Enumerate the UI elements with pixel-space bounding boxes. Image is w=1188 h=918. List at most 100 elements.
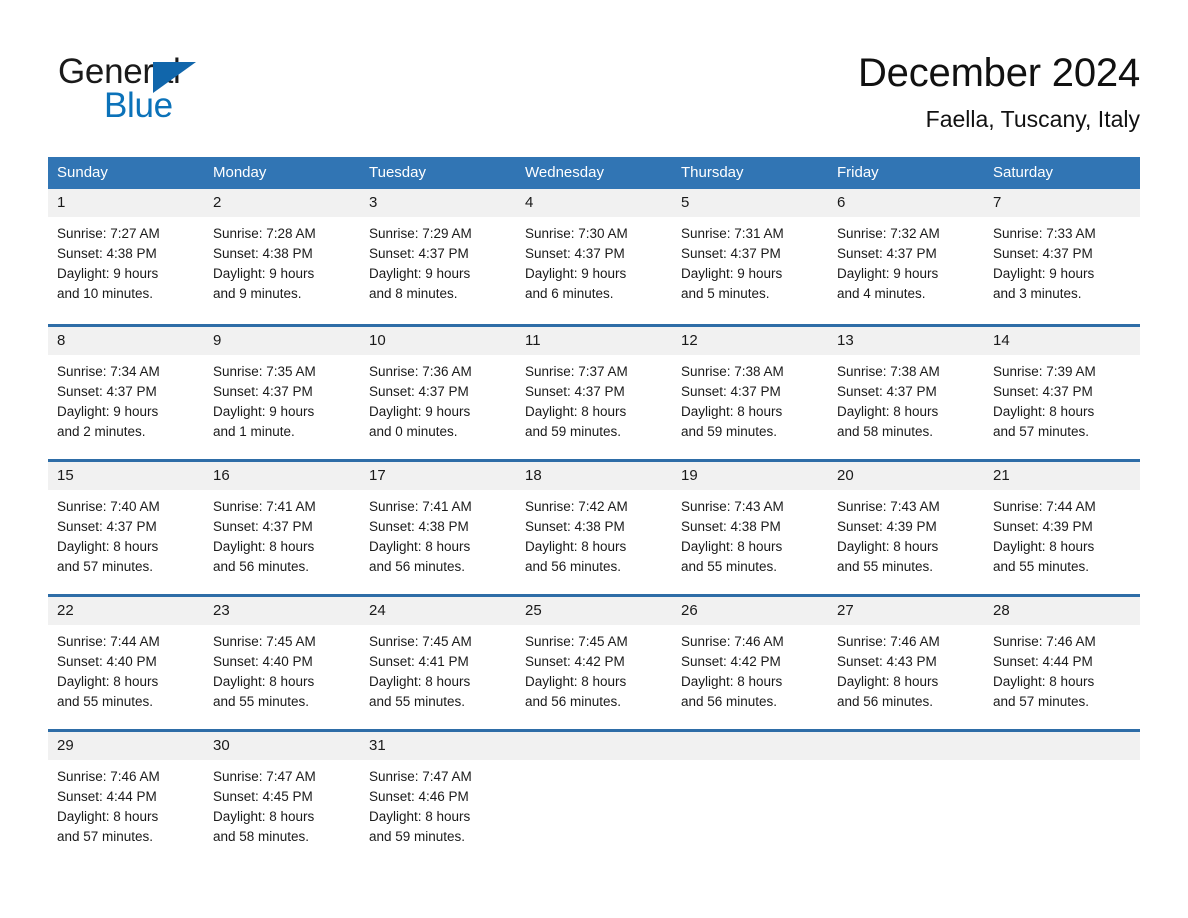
calendar-day-cell[interactable]: 24 Sunrise: 7:45 AM Sunset: 4:41 PM Dayligh… bbox=[360, 597, 516, 729]
daylight-text-line2: and 56 minutes. bbox=[369, 559, 466, 574]
daylight-text-line2: and 56 minutes. bbox=[525, 559, 622, 574]
daylight-text-line2: and 10 minutes. bbox=[57, 286, 154, 301]
calendar-day-cell[interactable]: 20 Sunrise: 7:43 AM Sunset: 4:39 PM Dayligh… bbox=[828, 462, 984, 594]
sunrise-text: Sunrise: 7:39 AM bbox=[993, 364, 1096, 379]
sunrise-text: Sunrise: 7:38 AM bbox=[837, 364, 940, 379]
day-number bbox=[828, 732, 984, 760]
day-number bbox=[672, 732, 828, 760]
sunrise-text: Sunrise: 7:41 AM bbox=[369, 499, 472, 514]
calendar-day-cell[interactable]: 30 Sunrise: 7:47 AM Sunset: 4:45 PM Dayligh… bbox=[204, 732, 360, 847]
calendar-day-cell[interactable]: 2 Sunrise: 7:28 AM Sunset: 4:38 PM Daylight… bbox=[204, 189, 360, 324]
logo-blue-text: Blue bbox=[104, 86, 173, 125]
daylight-text-line1: Daylight: 8 hours bbox=[993, 404, 1095, 419]
daylight-text-line2: and 0 minutes. bbox=[369, 424, 458, 439]
sunset-text: Sunset: 4:37 PM bbox=[525, 384, 625, 399]
daylight-text-line1: Daylight: 8 hours bbox=[369, 539, 471, 554]
day-number: 11 bbox=[516, 327, 672, 355]
day-details: Sunrise: 7:27 AM Sunset: 4:38 PM Daylight:… bbox=[48, 217, 204, 304]
daylight-text-line1: Daylight: 8 hours bbox=[213, 539, 315, 554]
day-number: 31 bbox=[360, 732, 516, 760]
calendar-day-cell[interactable]: 29 Sunrise: 7:46 AM Sunset: 4:44 PM Dayligh… bbox=[48, 732, 204, 847]
calendar-day-cell[interactable]: 18 Sunrise: 7:42 AM Sunset: 4:38 PM Dayligh… bbox=[516, 462, 672, 594]
day-number: 28 bbox=[984, 597, 1140, 625]
day-number: 5 bbox=[672, 189, 828, 217]
calendar-day-cell[interactable]: 17 Sunrise: 7:41 AM Sunset: 4:38 PM Dayligh… bbox=[360, 462, 516, 594]
day-details: Sunrise: 7:38 AM Sunset: 4:37 PM Daylight:… bbox=[672, 355, 828, 442]
daylight-text-line1: Daylight: 8 hours bbox=[369, 809, 471, 824]
sunset-text: Sunset: 4:42 PM bbox=[681, 654, 781, 669]
calendar-day-cell[interactable]: 26 Sunrise: 7:46 AM Sunset: 4:42 PM Dayligh… bbox=[672, 597, 828, 729]
daylight-text-line2: and 59 minutes. bbox=[525, 424, 622, 439]
sunrise-text: Sunrise: 7:45 AM bbox=[213, 634, 316, 649]
daylight-text-line1: Daylight: 9 hours bbox=[57, 404, 159, 419]
sunrise-text: Sunrise: 7:36 AM bbox=[369, 364, 472, 379]
day-number: 21 bbox=[984, 462, 1140, 490]
sunset-text: Sunset: 4:46 PM bbox=[369, 789, 469, 804]
sunrise-text: Sunrise: 7:46 AM bbox=[837, 634, 940, 649]
day-details: Sunrise: 7:44 AM Sunset: 4:40 PM Daylight:… bbox=[48, 625, 204, 712]
day-details: Sunrise: 7:44 AM Sunset: 4:39 PM Daylight:… bbox=[984, 490, 1140, 577]
calendar-day-cell[interactable]: 21 Sunrise: 7:44 AM Sunset: 4:39 PM Dayligh… bbox=[984, 462, 1140, 594]
sunset-text: Sunset: 4:38 PM bbox=[57, 246, 157, 261]
calendar-day-cell[interactable]: 3 Sunrise: 7:29 AM Sunset: 4:37 PM Daylight… bbox=[360, 189, 516, 324]
calendar-day-cell[interactable]: 6 Sunrise: 7:32 AM Sunset: 4:37 PM Daylight… bbox=[828, 189, 984, 324]
sunrise-text: Sunrise: 7:27 AM bbox=[57, 226, 160, 241]
calendar-day-cell[interactable]: 19 Sunrise: 7:43 AM Sunset: 4:38 PM Dayligh… bbox=[672, 462, 828, 594]
calendar-day-cell[interactable]: 7 Sunrise: 7:33 AM Sunset: 4:37 PM Daylight… bbox=[984, 189, 1140, 324]
day-number: 17 bbox=[360, 462, 516, 490]
daylight-text-line2: and 6 minutes. bbox=[525, 286, 614, 301]
day-number: 27 bbox=[828, 597, 984, 625]
calendar-day-cell[interactable]: 10 Sunrise: 7:36 AM Sunset: 4:37 PM Dayligh… bbox=[360, 327, 516, 459]
day-number: 1 bbox=[48, 189, 204, 217]
day-details: Sunrise: 7:38 AM Sunset: 4:37 PM Daylight:… bbox=[828, 355, 984, 442]
sunrise-text: Sunrise: 7:46 AM bbox=[57, 769, 160, 784]
calendar-day-cell[interactable]: 8 Sunrise: 7:34 AM Sunset: 4:37 PM Daylight… bbox=[48, 327, 204, 459]
location-subtitle: Faella, Tuscany, Italy bbox=[925, 106, 1140, 132]
calendar-day-cell[interactable]: 16 Sunrise: 7:41 AM Sunset: 4:37 PM Dayligh… bbox=[204, 462, 360, 594]
day-number: 9 bbox=[204, 327, 360, 355]
sunset-text: Sunset: 4:37 PM bbox=[837, 246, 937, 261]
daylight-text-line1: Daylight: 8 hours bbox=[681, 404, 783, 419]
day-details: Sunrise: 7:43 AM Sunset: 4:39 PM Daylight:… bbox=[828, 490, 984, 577]
daylight-text-line2: and 58 minutes. bbox=[837, 424, 934, 439]
calendar-day-cell[interactable]: 15 Sunrise: 7:40 AM Sunset: 4:37 PM Dayligh… bbox=[48, 462, 204, 594]
day-details: Sunrise: 7:39 AM Sunset: 4:37 PM Daylight:… bbox=[984, 355, 1140, 442]
calendar-day-cell[interactable]: 25 Sunrise: 7:45 AM Sunset: 4:42 PM Dayligh… bbox=[516, 597, 672, 729]
calendar-day-cell[interactable]: 31 Sunrise: 7:47 AM Sunset: 4:46 PM Dayligh… bbox=[360, 732, 516, 847]
calendar-week-row: 8 Sunrise: 7:34 AM Sunset: 4:37 PM Daylight… bbox=[48, 324, 1140, 459]
day-details: Sunrise: 7:45 AM Sunset: 4:41 PM Daylight:… bbox=[360, 625, 516, 712]
sunrise-text: Sunrise: 7:42 AM bbox=[525, 499, 628, 514]
daylight-text-line2: and 55 minutes. bbox=[681, 559, 778, 574]
calendar-day-cell[interactable]: 22 Sunrise: 7:44 AM Sunset: 4:40 PM Dayligh… bbox=[48, 597, 204, 729]
day-details: Sunrise: 7:30 AM Sunset: 4:37 PM Daylight:… bbox=[516, 217, 672, 304]
sunrise-text: Sunrise: 7:43 AM bbox=[681, 499, 784, 514]
calendar-day-cell[interactable]: 9 Sunrise: 7:35 AM Sunset: 4:37 PM Daylight… bbox=[204, 327, 360, 459]
calendar-day-cell[interactable]: 14 Sunrise: 7:39 AM Sunset: 4:37 PM Dayligh… bbox=[984, 327, 1140, 459]
calendar-day-cell[interactable]: 27 Sunrise: 7:46 AM Sunset: 4:43 PM Dayligh… bbox=[828, 597, 984, 729]
day-details: Sunrise: 7:29 AM Sunset: 4:37 PM Daylight:… bbox=[360, 217, 516, 304]
calendar-day-cell[interactable]: 11 Sunrise: 7:37 AM Sunset: 4:37 PM Dayligh… bbox=[516, 327, 672, 459]
calendar-day-cell[interactable]: 1 Sunrise: 7:27 AM Sunset: 4:38 PM Daylight… bbox=[48, 189, 204, 324]
calendar-day-cell[interactable]: 23 Sunrise: 7:45 AM Sunset: 4:40 PM Dayligh… bbox=[204, 597, 360, 729]
calendar-day-cell[interactable]: 5 Sunrise: 7:31 AM Sunset: 4:37 PM Daylight… bbox=[672, 189, 828, 324]
day-details: Sunrise: 7:47 AM Sunset: 4:45 PM Daylight:… bbox=[204, 760, 360, 847]
weekday-header-wednesday: Wednesday bbox=[525, 164, 604, 181]
calendar-day-cell[interactable]: 13 Sunrise: 7:38 AM Sunset: 4:37 PM Dayligh… bbox=[828, 327, 984, 459]
calendar-day-cell[interactable]: 28 Sunrise: 7:46 AM Sunset: 4:44 PM Dayligh… bbox=[984, 597, 1140, 729]
sunset-text: Sunset: 4:40 PM bbox=[57, 654, 157, 669]
day-number: 25 bbox=[516, 597, 672, 625]
daylight-text-line1: Daylight: 8 hours bbox=[993, 674, 1095, 689]
calendar-week-row: 29 Sunrise: 7:46 AM Sunset: 4:44 PM Dayligh… bbox=[48, 729, 1140, 847]
sunset-text: Sunset: 4:40 PM bbox=[213, 654, 313, 669]
daylight-text-line1: Daylight: 9 hours bbox=[837, 266, 939, 281]
sunrise-text: Sunrise: 7:46 AM bbox=[681, 634, 784, 649]
sunrise-text: Sunrise: 7:41 AM bbox=[213, 499, 316, 514]
sunset-text: Sunset: 4:41 PM bbox=[369, 654, 469, 669]
calendar-day-cell[interactable]: 12 Sunrise: 7:38 AM Sunset: 4:37 PM Dayligh… bbox=[672, 327, 828, 459]
sunrise-text: Sunrise: 7:28 AM bbox=[213, 226, 316, 241]
calendar-day-cell[interactable]: 4 Sunrise: 7:30 AM Sunset: 4:37 PM Daylight… bbox=[516, 189, 672, 324]
daylight-text-line2: and 55 minutes. bbox=[993, 559, 1090, 574]
day-number: 7 bbox=[984, 189, 1140, 217]
daylight-text-line1: Daylight: 8 hours bbox=[993, 539, 1095, 554]
day-number: 6 bbox=[828, 189, 984, 217]
